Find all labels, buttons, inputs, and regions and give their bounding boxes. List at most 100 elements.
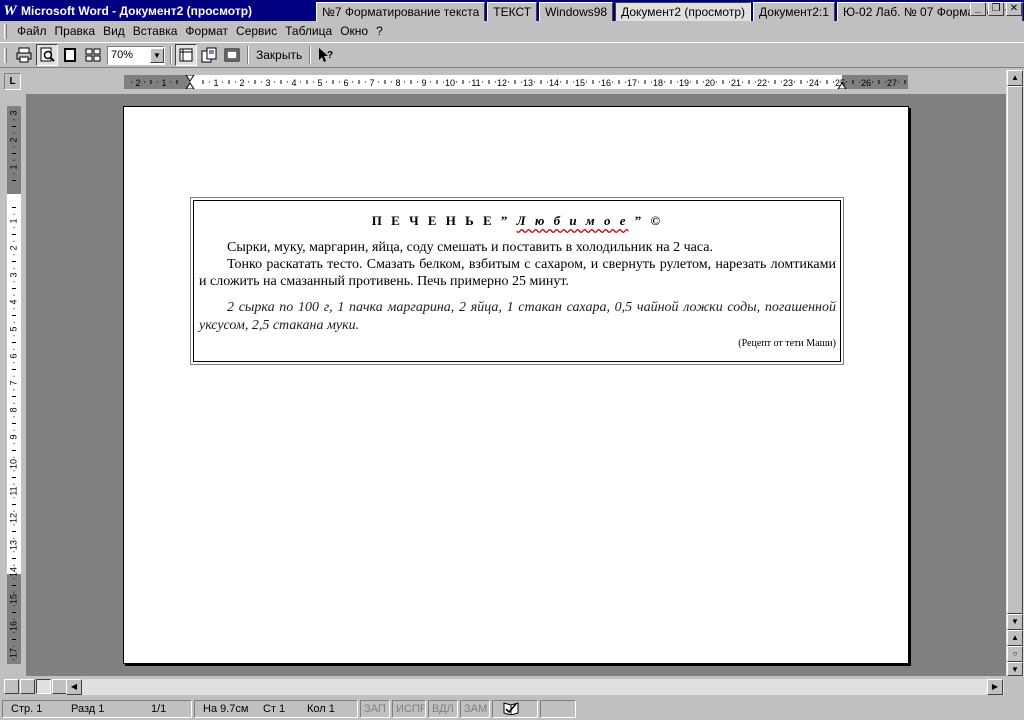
ruler-label: 4: [8, 299, 18, 304]
status-section: Разд 1: [71, 702, 105, 715]
ruler-label: 15: [575, 78, 585, 88]
chevron-down-icon[interactable]: ▼: [150, 47, 164, 63]
document-page[interactable]: П Е Ч Е Н Ь Е ” Л ю б и м о е ” © Сырки,…: [123, 106, 909, 664]
horizontal-scroll-row: ◀ ▶: [0, 678, 1024, 696]
ruler-label: 9: [8, 434, 18, 439]
shrink-to-fit-icon[interactable]: [198, 44, 220, 66]
vertical-ruler[interactable]: 3 2 1 1 2 3 4 5 6 7 8 9 10 11 12 13 14 15 16 17: [7, 106, 21, 664]
restore-icon[interactable]: ❐: [988, 2, 1004, 16]
zoom-value[interactable]: 70%: [108, 49, 150, 61]
recipe-frame[interactable]: П Е Ч Е Н Ь Е ” Л ю б и м о е ” © Сырки,…: [190, 197, 844, 365]
window-tab[interactable]: №7 Форматирование текста: [316, 2, 486, 21]
menu-item[interactable]: Сервис: [232, 22, 281, 40]
normal-view-icon[interactable]: [4, 679, 19, 694]
scroll-thumb[interactable]: [1007, 86, 1023, 614]
next-page-icon[interactable]: ▼: [1007, 662, 1023, 676]
vertical-ruler-ticks: 3211234567891011121314151617: [8, 110, 18, 661]
ruler-label: 10: [445, 78, 455, 88]
tab-stop-selector[interactable]: L: [4, 73, 21, 90]
indent-marker-icon[interactable]: [185, 75, 195, 89]
status-ovr[interactable]: ЗАМ: [460, 699, 490, 718]
recipe-ingredients[interactable]: 2 сырка по 100 г, 1 пачка маргарина, 2 я…: [199, 299, 836, 335]
ruler-label: 21: [731, 78, 741, 88]
multiple-pages-icon[interactable]: [82, 44, 104, 66]
context-help-icon[interactable]: ?: [314, 44, 336, 66]
ruler-label: 27: [887, 78, 897, 88]
close-preview-button[interactable]: Закрыть: [252, 44, 306, 66]
status-position[interactable]: На 9.7см Ст 1 Кол 1: [194, 699, 358, 718]
print-layout-view-icon[interactable]: [36, 679, 51, 694]
menu-item[interactable]: Формат: [181, 22, 232, 40]
status-bar: Стр. 1 Разд 1 1/1 На 9.7см Ст 1 Кол 1 ЗАП ИС…: [0, 697, 1024, 720]
ruler-label: 4: [291, 78, 296, 88]
recipe-paragraph-1[interactable]: Сырки, муку, маргарин, яйца, соду смешат…: [199, 239, 836, 256]
spelling-status-icon[interactable]: [492, 699, 538, 718]
full-screen-icon[interactable]: [221, 44, 243, 66]
window-tab[interactable]: Windows98: [539, 2, 614, 21]
status-page: Стр. 1: [11, 702, 43, 715]
ruler-label: 1: [161, 78, 166, 88]
ruler-label: 14: [549, 78, 559, 88]
ruler-label: 15: [8, 594, 18, 604]
recipe-paragraph-2[interactable]: Тонко раскатать тесто. Смазать белком, в…: [199, 256, 836, 290]
ruler-label: 24: [809, 78, 819, 88]
vertical-scrollbar[interactable]: ▲ ▼ ▲ ○ ▼: [1006, 70, 1024, 676]
menu-item[interactable]: Таблица: [281, 22, 336, 40]
status-page-section[interactable]: Стр. 1 Разд 1 1/1: [2, 699, 192, 718]
previous-page-icon[interactable]: ▲: [1007, 630, 1023, 646]
outline-view-icon[interactable]: [52, 679, 67, 694]
scroll-left-icon[interactable]: ◀: [66, 679, 82, 695]
ruler-label: 3: [265, 78, 270, 88]
horizontal-scroll-track[interactable]: ◀ ▶: [66, 679, 1004, 695]
menu-grip[interactable]: [4, 23, 7, 39]
one-page-icon[interactable]: [59, 44, 81, 66]
close-icon[interactable]: ✕: [1006, 2, 1022, 16]
menu-item[interactable]: Вставка: [129, 22, 182, 40]
ruler-label: 5: [8, 326, 18, 331]
view-ruler-icon[interactable]: [175, 44, 197, 66]
status-col: Кол 1: [307, 702, 335, 715]
web-layout-view-icon[interactable]: [20, 679, 35, 694]
select-browse-object-icon[interactable]: ○: [1007, 646, 1023, 662]
window-tab[interactable]: ТЕКСТ: [487, 2, 538, 21]
zoom-combobox[interactable]: 70% ▼: [107, 45, 165, 65]
status-empty-panel: [540, 699, 576, 718]
ruler-label: 2: [8, 137, 18, 142]
menu-item[interactable]: Правка: [51, 22, 100, 40]
menu-item[interactable]: Файл: [13, 22, 51, 40]
minimize-icon[interactable]: _: [970, 2, 986, 16]
ruler-label: 7: [8, 380, 18, 385]
menu-item[interactable]: Вид: [99, 22, 129, 40]
toolbar-grip[interactable]: [4, 47, 7, 63]
horizontal-ruler-ticks: 2 1 1 2 3 4 5 6 7 8 9 10 11 12 13 14 15 16 17 18 19 20 21 22 23 2…: [131, 75, 906, 89]
menu-item[interactable]: Окно: [336, 22, 372, 40]
window-tab[interactable]: Документ2:1: [753, 2, 835, 21]
horizontal-ruler[interactable]: 2 1 1 2 3 4 5 6 7 8 9 10 11 12 13 14 15 16 17 18 19 20 21 22 23 2…: [124, 75, 908, 89]
ruler-label: 22: [757, 78, 767, 88]
window-title-text: Microsoft Word - Документ2 (просмотр): [21, 3, 253, 18]
scroll-down-icon[interactable]: ▼: [1007, 614, 1023, 630]
ruler-label: 2: [239, 78, 244, 88]
menu-item[interactable]: ?: [372, 22, 387, 40]
scroll-right-icon[interactable]: ▶: [987, 679, 1003, 695]
ruler-label: 8: [395, 78, 400, 88]
recipe-credit[interactable]: (Рецепт от тети Маши): [199, 338, 836, 349]
svg-text:?: ?: [327, 50, 333, 61]
word-logo-icon[interactable]: W: [2, 3, 18, 19]
caption-buttons: _ ❐ ✕: [968, 2, 1022, 16]
ruler-label: 6: [343, 78, 348, 88]
ruler-label: 1: [8, 218, 18, 223]
window-tabs: №7 Форматирование текста ТЕКСТ Windows98 До…: [316, 2, 1024, 21]
recipe-title[interactable]: П Е Ч Е Н Ь Е ” Л ю б и м о е ” ©: [199, 213, 836, 229]
ruler-label: 16: [8, 621, 18, 631]
toolbar-separator: [170, 46, 172, 64]
print-icon[interactable]: [13, 44, 35, 66]
status-trk[interactable]: ИСПР: [392, 699, 426, 718]
status-ext[interactable]: ВДЛ: [428, 699, 458, 718]
ruler-label: 18: [653, 78, 663, 88]
status-rec[interactable]: ЗАП: [360, 699, 390, 718]
preview-workspace[interactable]: П Е Ч Е Н Ь Е ” Л ю б и м о е ” © Сырки,…: [26, 94, 1006, 676]
scroll-up-icon[interactable]: ▲: [1007, 70, 1023, 86]
magnifier-icon[interactable]: [36, 44, 58, 66]
window-tab[interactable]: Документ2 (просмотр): [615, 2, 752, 21]
